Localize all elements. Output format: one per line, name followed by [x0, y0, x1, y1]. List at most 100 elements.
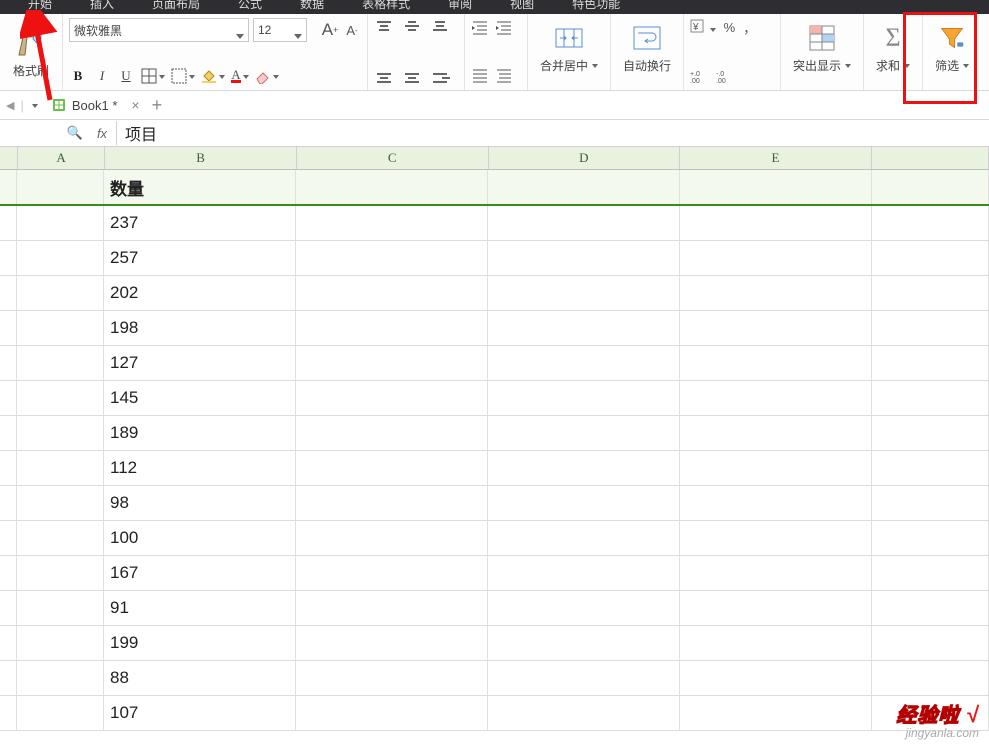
cell[interactable] — [872, 346, 989, 380]
cell[interactable] — [488, 381, 680, 415]
cell[interactable] — [680, 170, 872, 204]
cell[interactable]: 127 — [104, 346, 296, 380]
cell[interactable]: 112 — [104, 451, 296, 485]
cell[interactable] — [296, 311, 488, 345]
cell[interactable] — [680, 381, 872, 415]
cell[interactable] — [17, 591, 104, 625]
close-tab-button[interactable]: × — [131, 97, 139, 113]
cell[interactable] — [680, 451, 872, 485]
cell[interactable] — [0, 451, 17, 485]
menu-data[interactable]: 数据 — [300, 0, 324, 12]
cell[interactable]: 数量 — [104, 170, 296, 204]
align-right-button[interactable] — [430, 70, 450, 86]
cell[interactable] — [872, 591, 989, 625]
cell[interactable] — [488, 206, 680, 240]
cell[interactable] — [17, 661, 104, 695]
cell[interactable] — [17, 626, 104, 660]
cell[interactable] — [0, 311, 17, 345]
cell[interactable] — [0, 241, 17, 275]
clear-format-button[interactable] — [255, 66, 279, 86]
cell[interactable] — [296, 696, 488, 730]
align-left-button[interactable] — [374, 70, 394, 86]
percent-button[interactable]: % — [724, 20, 736, 35]
cell[interactable] — [872, 556, 989, 590]
border-button[interactable] — [141, 66, 165, 86]
doc-tab-book1[interactable]: Book1 * — [44, 92, 126, 118]
indent-dec2-button[interactable] — [471, 66, 489, 86]
cell[interactable] — [17, 276, 104, 310]
cell[interactable]: 98 — [104, 486, 296, 520]
cell[interactable] — [296, 346, 488, 380]
cell[interactable] — [488, 451, 680, 485]
font-color-button[interactable]: A — [231, 66, 249, 86]
font-size-select[interactable]: 12 — [253, 18, 307, 42]
cell[interactable] — [872, 521, 989, 555]
cell[interactable] — [872, 486, 989, 520]
cell[interactable] — [0, 416, 17, 450]
cell[interactable] — [680, 276, 872, 310]
cell[interactable] — [680, 696, 872, 730]
cell[interactable] — [680, 416, 872, 450]
cell[interactable] — [0, 276, 17, 310]
menu-view[interactable]: 视图 — [510, 0, 534, 12]
cell[interactable] — [872, 451, 989, 485]
cell[interactable] — [0, 591, 17, 625]
cell[interactable]: 198 — [104, 311, 296, 345]
cell[interactable] — [488, 556, 680, 590]
cell[interactable] — [680, 556, 872, 590]
cell[interactable] — [296, 556, 488, 590]
cell[interactable] — [296, 486, 488, 520]
menu-layout[interactable]: 页面布局 — [152, 0, 200, 12]
cell[interactable] — [872, 206, 989, 240]
col-header-c[interactable]: C — [297, 147, 489, 169]
cell[interactable] — [17, 346, 104, 380]
cell[interactable] — [488, 241, 680, 275]
cell[interactable] — [872, 241, 989, 275]
align-top-button[interactable] — [374, 18, 394, 34]
increase-font-button[interactable]: A+ — [321, 20, 339, 40]
align-center-button[interactable] — [402, 70, 422, 86]
cell[interactable] — [488, 276, 680, 310]
cell[interactable] — [17, 486, 104, 520]
cell[interactable] — [0, 346, 17, 380]
bold-button[interactable]: B — [69, 66, 87, 86]
cell[interactable] — [488, 416, 680, 450]
cell[interactable] — [680, 521, 872, 555]
align-middle-button[interactable] — [402, 18, 422, 34]
cell[interactable] — [296, 661, 488, 695]
menu-formula[interactable]: 公式 — [238, 0, 262, 12]
cell[interactable] — [680, 661, 872, 695]
cell[interactable] — [872, 311, 989, 345]
menu-insert[interactable]: 插入 — [90, 0, 114, 12]
formula-input[interactable]: 项目 — [116, 121, 989, 145]
decrease-font-button[interactable]: A- — [343, 20, 361, 40]
col-header-b[interactable]: B — [105, 147, 297, 169]
cell[interactable] — [17, 381, 104, 415]
comma-button[interactable]: ， — [743, 18, 756, 37]
cell[interactable] — [680, 206, 872, 240]
menu-start[interactable]: 开始 — [28, 0, 52, 12]
cell[interactable] — [488, 346, 680, 380]
cell[interactable] — [680, 626, 872, 660]
wrap-text-button[interactable]: 自动换行 — [617, 18, 677, 76]
cell[interactable] — [17, 311, 104, 345]
cell[interactable] — [0, 486, 17, 520]
cell[interactable] — [680, 346, 872, 380]
cell[interactable] — [296, 241, 488, 275]
new-tab-button[interactable]: + — [152, 95, 163, 116]
cell[interactable] — [296, 626, 488, 660]
cell[interactable] — [488, 696, 680, 730]
cell[interactable]: 237 — [104, 206, 296, 240]
menu-tablefmt[interactable]: 表格样式 — [362, 0, 410, 12]
col-header-e[interactable]: E — [680, 147, 872, 169]
cell[interactable]: 257 — [104, 241, 296, 275]
prev-tab-caret[interactable]: ◀ — [6, 99, 14, 112]
indent-dec-button[interactable] — [471, 18, 489, 38]
cell[interactable] — [680, 241, 872, 275]
cell[interactable]: 88 — [104, 661, 296, 695]
col-header-d[interactable]: D — [489, 147, 681, 169]
currency-icon[interactable]: ¥ — [690, 19, 716, 36]
highlight-button[interactable]: 突出显示 — [787, 18, 857, 76]
cell[interactable] — [0, 661, 17, 695]
cell[interactable] — [680, 311, 872, 345]
